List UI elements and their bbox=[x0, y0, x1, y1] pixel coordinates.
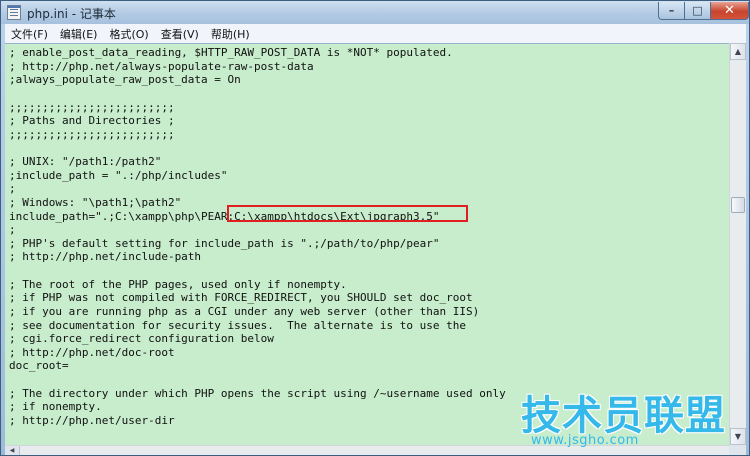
title-bar[interactable]: php.ini - 记事本 bbox=[1, 1, 749, 24]
text-line[interactable]: ; http://php.net/include-path bbox=[9, 250, 201, 263]
text-line[interactable]: ; Windows: "\path1;\path2" bbox=[9, 196, 181, 209]
maximize-button[interactable]: □ bbox=[685, 2, 711, 20]
horizontal-scrollbar[interactable]: ◀ bbox=[5, 445, 729, 455]
text-line[interactable]: ; Paths and Directories ; bbox=[9, 114, 175, 127]
scroll-up-button[interactable]: ▲ bbox=[730, 43, 746, 60]
menu-file[interactable]: 文件(F) bbox=[5, 26, 54, 42]
maximize-icon: □ bbox=[692, 4, 703, 17]
window-title: php.ini - 记事本 bbox=[27, 7, 116, 21]
text-line[interactable]: ; PHP's default setting for include_path… bbox=[9, 237, 439, 250]
chevron-left-icon: ◀ bbox=[9, 447, 15, 454]
vertical-scroll-thumb[interactable] bbox=[731, 197, 745, 213]
file-content[interactable]: ; enable_post_data_reading, $HTTP_RAW_PO… bbox=[9, 46, 506, 428]
close-icon: ✕ bbox=[724, 3, 735, 18]
text-line[interactable]: doc_root= bbox=[9, 359, 69, 372]
text-line[interactable]: ; http://php.net/doc-root bbox=[9, 346, 175, 359]
minimize-icon: – bbox=[668, 4, 675, 17]
text-line[interactable]: ; cgi.force_redirect configuration below bbox=[9, 332, 274, 345]
scrollbar-corner bbox=[729, 445, 746, 455]
chevron-down-icon: ▼ bbox=[734, 432, 742, 441]
text-line[interactable]: ; bbox=[9, 223, 16, 236]
text-line[interactable]: ; http://php.net/user-dir bbox=[9, 414, 175, 427]
close-button[interactable]: ✕ bbox=[711, 2, 749, 20]
text-line[interactable]: ;;;;;;;;;;;;;;;;;;;;;;;;; bbox=[9, 101, 175, 114]
scroll-down-button[interactable]: ▼ bbox=[730, 428, 746, 445]
text-line[interactable]: ;;;;;;;;;;;;;;;;;;;;;;;;; bbox=[9, 128, 175, 141]
text-line[interactable]: ; bbox=[9, 182, 16, 195]
notepad-window: php.ini - 记事本 – □ ✕ 文件(F) 编辑(E) 格式(O) 查看… bbox=[0, 0, 750, 456]
text-editor-area[interactable]: ; enable_post_data_reading, $HTTP_RAW_PO… bbox=[5, 43, 729, 446]
text-line[interactable]: ; The directory under which PHP opens th… bbox=[9, 387, 506, 400]
text-line[interactable]: ;always_populate_raw_post_data = On bbox=[9, 73, 241, 86]
menu-format[interactable]: 格式(O) bbox=[103, 26, 154, 42]
menu-bar: 文件(F) 编辑(E) 格式(O) 查看(V) 帮助(H) bbox=[5, 24, 746, 44]
menu-view[interactable]: 查看(V) bbox=[155, 26, 205, 42]
red-highlight-box bbox=[227, 205, 468, 222]
minimize-button[interactable]: – bbox=[658, 2, 685, 20]
text-line[interactable]: ; enable_post_data_reading, $HTTP_RAW_PO… bbox=[9, 46, 453, 59]
text-line[interactable]: ;include_path = ".:/php/includes" bbox=[9, 169, 228, 182]
text-line[interactable]: ; The root of the PHP pages, used only i… bbox=[9, 278, 347, 291]
text-line[interactable]: ; see documentation for security issues.… bbox=[9, 319, 466, 332]
notepad-icon[interactable] bbox=[7, 5, 21, 20]
chevron-up-icon: ▲ bbox=[734, 47, 742, 56]
text-line[interactable]: ; if you are running php as a CGI under … bbox=[9, 305, 479, 318]
menu-help[interactable]: 帮助(H) bbox=[205, 26, 256, 42]
text-line[interactable]: ; if nonempty. bbox=[9, 400, 102, 413]
menu-edit[interactable]: 编辑(E) bbox=[54, 26, 104, 42]
text-line[interactable]: ; http://php.net/always-populate-raw-pos… bbox=[9, 60, 314, 73]
vertical-scrollbar[interactable]: ▲ ▼ bbox=[729, 43, 746, 445]
text-line[interactable]: ; UNIX: "/path1:/path2" bbox=[9, 155, 161, 168]
scroll-left-button[interactable]: ◀ bbox=[5, 446, 20, 455]
text-line[interactable]: ; if PHP was not compiled with FORCE_RED… bbox=[9, 291, 473, 304]
